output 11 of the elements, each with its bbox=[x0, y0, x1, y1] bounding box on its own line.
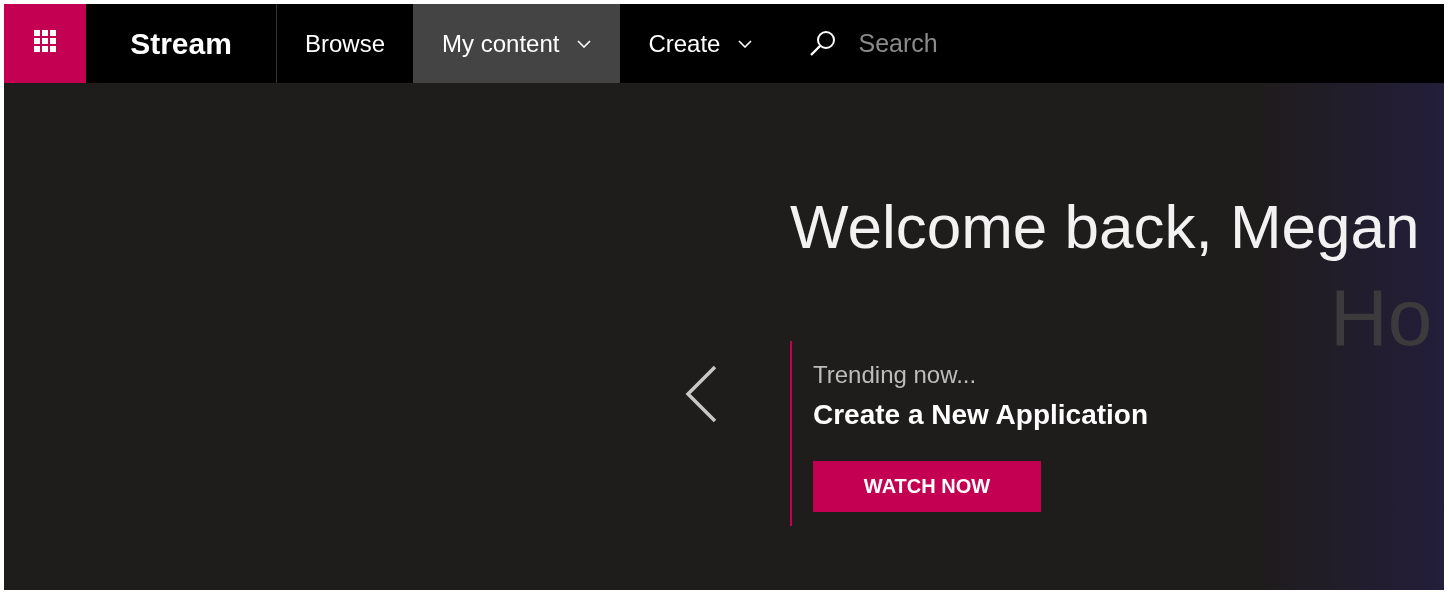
search-field[interactable]: Search bbox=[856, 28, 1061, 59]
trending-label: Trending now... bbox=[813, 361, 977, 390]
chevron-left-icon bbox=[684, 365, 718, 424]
brand-name[interactable]: Stream bbox=[130, 26, 232, 61]
featured-title: Create a New Application bbox=[813, 399, 1149, 432]
watch-now-button[interactable]: WATCH NOW bbox=[813, 461, 1041, 513]
app-launcher-button[interactable] bbox=[4, 4, 86, 86]
waffle-icon bbox=[34, 29, 56, 52]
previous-button[interactable] bbox=[684, 365, 718, 424]
nav-tab[interactable]: My content bbox=[413, 4, 621, 83]
welcome-heading: Welcome back, Megan bbox=[790, 193, 1421, 262]
